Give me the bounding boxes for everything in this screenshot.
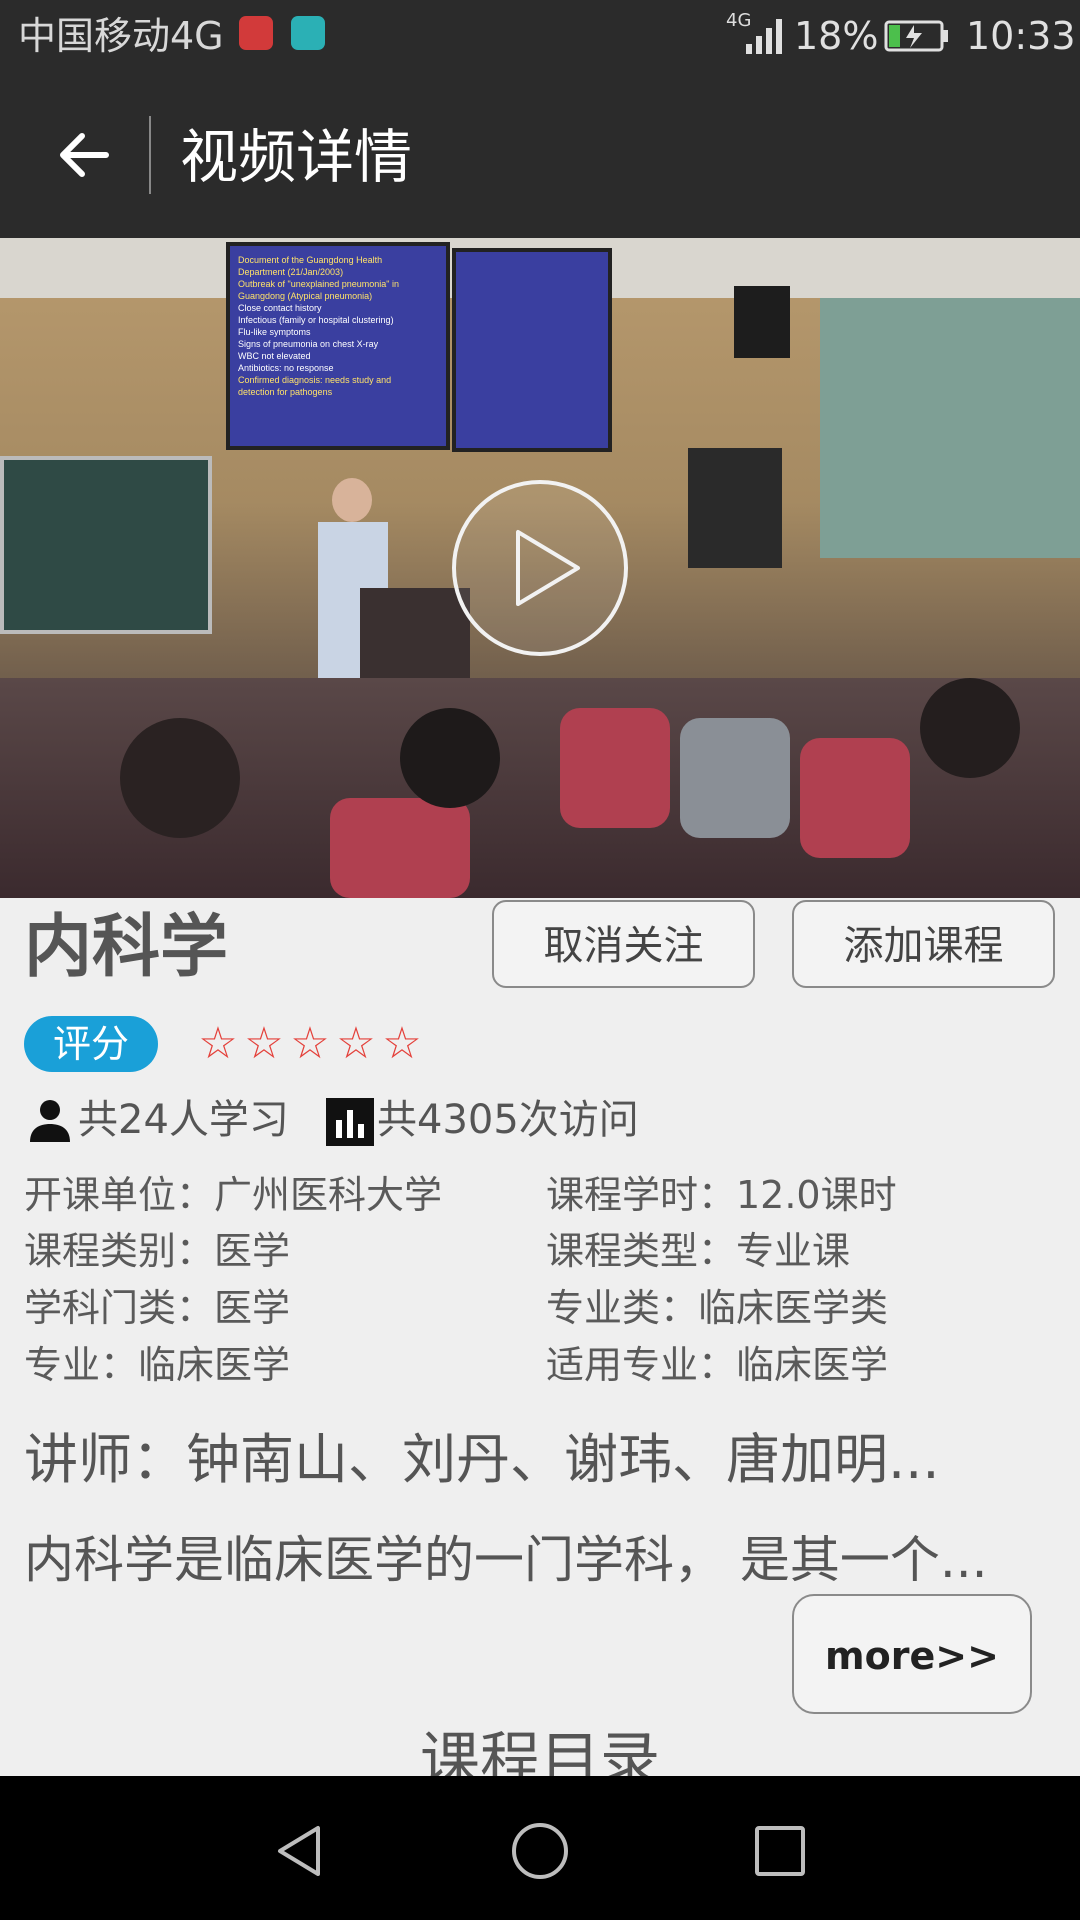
info-course-type: 课程类型：专业课 <box>546 1229 851 1273</box>
info-institution: 开课单位：广州医科大学 <box>24 1173 443 1217</box>
page-title: 视频详情 <box>180 123 413 191</box>
seat <box>680 718 790 838</box>
seat <box>560 708 670 828</box>
slide-text: Close contact history <box>238 303 322 313</box>
projection-screen-right <box>452 248 612 452</box>
status-time: 10:33 <box>966 14 1076 58</box>
seat <box>800 738 910 858</box>
slide-text: Guangdong (Atypical pneumonia) <box>238 291 373 301</box>
battery-percent: 18% <box>794 14 879 58</box>
info-course-category: 课程类别：医学 <box>24 1229 291 1273</box>
projection-screen-left: Document of the Guangdong Health Departm… <box>226 242 450 450</box>
slide-text: Signs of pneumonia on chest X-ray <box>238 339 379 349</box>
battery-charging-icon <box>884 20 948 52</box>
slide-text: Infectious (family or hospital clusterin… <box>238 315 394 325</box>
person-icon <box>30 1100 70 1142</box>
info-major: 专业：临床医学 <box>24 1343 291 1387</box>
chalkboard <box>0 456 212 634</box>
android-app-icon <box>291 16 325 50</box>
carrier-name: 中国移动4G <box>18 14 224 58</box>
slide-text: Antibiotics: no response <box>238 363 334 373</box>
instructors: 讲师：钟南山、刘丹、谢玮、唐加明... <box>24 1428 940 1491</box>
star-icon[interactable]: ☆ <box>288 1016 332 1072</box>
slide-text: Document of the Guangdong Health <box>238 255 383 265</box>
slide-text: Outbreak of "unexplained pneumonia" in <box>238 279 399 289</box>
huawei-app-icon <box>239 16 273 50</box>
student-head <box>400 708 500 808</box>
rating-stars[interactable]: ☆ ☆ ☆ ☆ ☆ <box>196 1016 424 1072</box>
course-title: 内科学 <box>24 908 229 987</box>
bar-chart-icon <box>326 1098 374 1146</box>
signal-icon <box>746 19 782 54</box>
slide-text: Flu-like symptoms <box>238 327 311 337</box>
learner-count: 共24人学习 <box>78 1097 289 1143</box>
student-head <box>920 678 1020 778</box>
student-head <box>120 718 240 838</box>
arrow-left-icon[interactable] <box>50 120 120 190</box>
nav-back-icon[interactable] <box>266 1816 336 1886</box>
info-discipline: 学科门类：医学 <box>24 1286 291 1330</box>
info-hours: 课程学时：12.0课时 <box>546 1173 897 1217</box>
seat <box>330 798 470 898</box>
unfollow-button[interactable]: 取消关注 <box>492 900 755 988</box>
star-icon[interactable]: ☆ <box>380 1016 424 1072</box>
lecturer-head <box>332 478 372 522</box>
slide-text: WBC not elevated <box>238 351 311 361</box>
catalog-heading: 课程目录 <box>420 1726 660 1776</box>
slide-text: Department (21/Jan/2003) <box>238 267 344 277</box>
course-description: 内科学是临床医学的一门学科， 是其一个... <box>24 1531 988 1589</box>
slide-text: detection for pathogens <box>238 387 333 397</box>
nav-recent-icon[interactable] <box>745 1816 815 1886</box>
wall-panel <box>820 298 1080 558</box>
speaker <box>734 286 790 358</box>
info-major-class: 专业类：临床医学类 <box>546 1286 889 1330</box>
add-course-button[interactable]: 添加课程 <box>792 900 1055 988</box>
rating-label: 评分 <box>24 1016 158 1072</box>
visit-count: 共4305次访问 <box>377 1097 639 1143</box>
star-icon[interactable]: ☆ <box>196 1016 240 1072</box>
play-icon[interactable] <box>450 478 630 658</box>
nav-home-icon[interactable] <box>505 1816 575 1886</box>
video-player[interactable]: Document of the Guangdong Health Departm… <box>0 238 1080 898</box>
more-button[interactable]: more>> <box>792 1594 1032 1714</box>
app-header <box>0 72 1080 238</box>
header-divider <box>149 116 151 194</box>
star-icon[interactable]: ☆ <box>334 1016 378 1072</box>
info-applicable-major: 适用专业：临床医学 <box>546 1343 889 1387</box>
slide-text: Confirmed diagnosis: needs study and <box>238 375 392 385</box>
speaker <box>688 448 782 568</box>
star-icon[interactable]: ☆ <box>242 1016 286 1072</box>
